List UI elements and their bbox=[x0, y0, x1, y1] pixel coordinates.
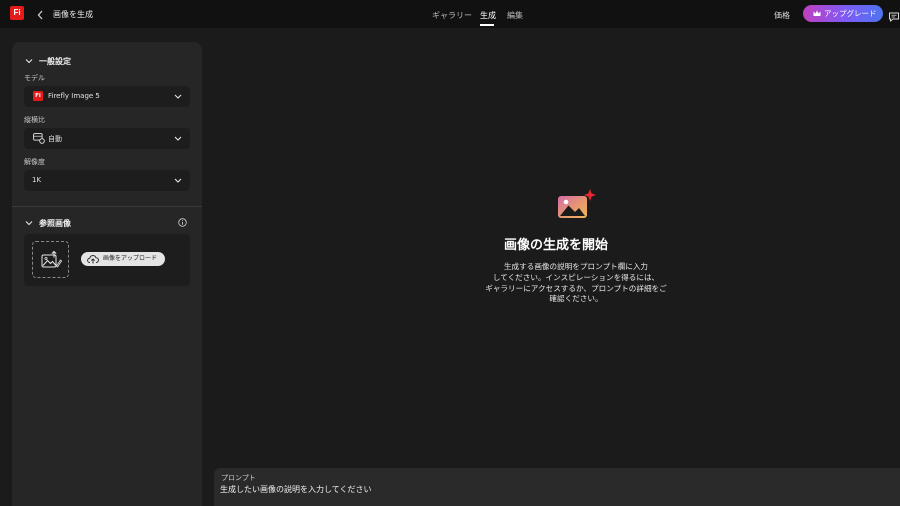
chevron-left-icon[interactable] bbox=[35, 7, 47, 21]
tab-gallery[interactable]: ギャラリー bbox=[432, 10, 472, 21]
prompt-input[interactable] bbox=[220, 482, 820, 496]
top-bar: Fi 画像を生成 ギャラリー 生成 編集 価格 アップグレード bbox=[0, 0, 900, 28]
pricing-link[interactable]: 価格 bbox=[774, 10, 790, 21]
aspect-ratio-dropdown[interactable]: 自動 bbox=[24, 128, 190, 149]
page-title: 画像を生成 bbox=[53, 10, 93, 19]
chevron-down-icon bbox=[174, 136, 182, 141]
resolution-value: 1K bbox=[32, 176, 42, 184]
aspect-ratio-label: 縦横比 bbox=[24, 116, 45, 124]
aspect-ratio-value: 自動 bbox=[48, 135, 62, 143]
reference-image-heading[interactable]: 参照画像 bbox=[39, 218, 71, 229]
description-line: してください。インスピレーションを得るには、 bbox=[492, 272, 660, 282]
upgrade-button[interactable]: アップグレード bbox=[803, 5, 883, 22]
empty-state-title: 画像の生成を開始 bbox=[0, 234, 900, 253]
prompt-panel: プロンプト bbox=[214, 468, 900, 506]
resolution-dropdown[interactable]: 1K bbox=[24, 170, 190, 191]
empty-state-description: 生成する画像の説明をプロンプト欄に入力 してください。インスピレーションを得るに… bbox=[476, 262, 676, 305]
chevron-down-icon[interactable] bbox=[25, 219, 33, 227]
chevron-down-icon[interactable] bbox=[25, 57, 33, 65]
description-line: ギャラリーにアクセスするか、プロンプトの詳細をご bbox=[485, 283, 667, 293]
active-tab-indicator bbox=[480, 24, 494, 26]
model-label: モデル bbox=[24, 74, 45, 82]
aspect-ratio-icon bbox=[33, 133, 45, 144]
upload-image-button[interactable]: 画像をアップロード bbox=[81, 252, 165, 266]
description-line: 確認ください。 bbox=[549, 294, 603, 304]
firefly-model-icon: Fi bbox=[33, 91, 43, 101]
chat-icon[interactable] bbox=[888, 8, 900, 23]
tab-edit[interactable]: 編集 bbox=[507, 10, 523, 21]
resolution-label: 解像度 bbox=[24, 158, 45, 166]
general-settings-heading[interactable]: 一般設定 bbox=[39, 56, 71, 67]
firefly-logo[interactable]: Fi bbox=[10, 6, 24, 20]
image-sparkle-icon bbox=[558, 189, 596, 218]
main-nav: ギャラリー 生成 編集 bbox=[0, 0, 900, 28]
description-line: 生成する画像の説明をプロンプト欄に入力 bbox=[503, 262, 649, 271]
section-divider bbox=[12, 206, 202, 207]
settings-panel: 一般設定 モデル Fi Firefly Image 5 縦横比 自動 解像度 1… bbox=[12, 42, 202, 506]
model-dropdown[interactable]: Fi Firefly Image 5 bbox=[24, 86, 190, 107]
info-icon[interactable] bbox=[178, 218, 187, 227]
chevron-down-icon bbox=[174, 94, 182, 99]
upload-image-label: 画像をアップロード bbox=[103, 255, 158, 262]
crown-icon bbox=[813, 10, 821, 16]
tab-generate[interactable]: 生成 bbox=[480, 10, 496, 21]
cloud-upload-icon bbox=[87, 255, 99, 264]
model-value: Firefly Image 5 bbox=[48, 92, 100, 100]
chevron-down-icon bbox=[174, 178, 182, 183]
empty-state-title-text: 画像の生成を開始 bbox=[503, 238, 608, 253]
upgrade-label: アップグレード bbox=[824, 9, 877, 18]
